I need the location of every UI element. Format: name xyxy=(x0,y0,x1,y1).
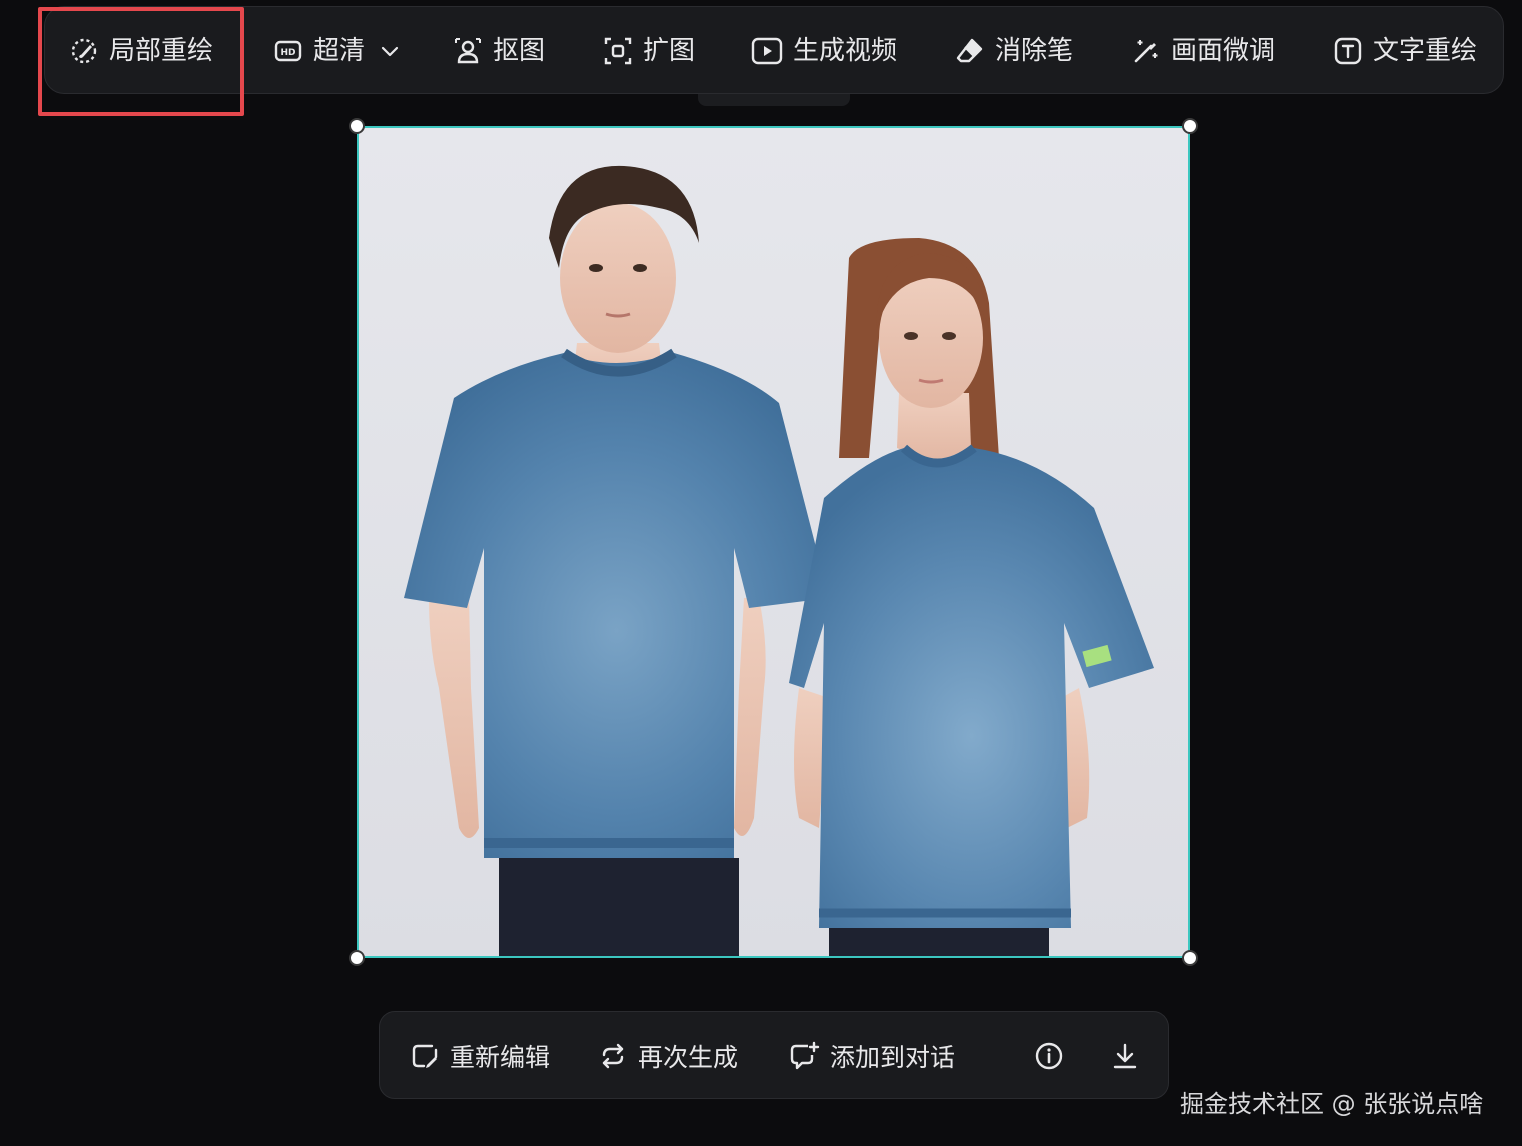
inpaint-icon xyxy=(71,38,97,64)
tool-cutout-label: 抠图 xyxy=(493,36,546,66)
tool-expand[interactable]: 扩图 xyxy=(603,7,695,95)
eraser-icon xyxy=(956,38,983,63)
text-icon xyxy=(1334,37,1362,65)
resize-handle-top-left[interactable] xyxy=(349,118,365,134)
expand-icon xyxy=(604,37,632,65)
tool-cutout[interactable]: 抠图 xyxy=(453,7,545,95)
tool-generate-video-label: 生成视频 xyxy=(793,36,898,66)
resize-handle-top-right[interactable] xyxy=(1182,118,1198,134)
regenerate-label: 再次生成 xyxy=(638,1043,739,1072)
tool-text-redraw-label: 文字重绘 xyxy=(1373,36,1478,66)
tool-expand-label: 扩图 xyxy=(643,36,696,66)
svg-text:HD: HD xyxy=(280,48,295,58)
tool-hd-upscale[interactable]: HD 超清 xyxy=(273,7,401,95)
re-edit-label: 重新编辑 xyxy=(450,1043,551,1072)
add-to-chat-button[interactable]: 添加到对话 xyxy=(788,1012,955,1100)
tool-hd-label: 超清 xyxy=(313,36,366,66)
magic-wand-icon xyxy=(1134,40,1158,63)
tool-eraser-label: 消除笔 xyxy=(995,36,1074,66)
tool-fine-tune-label: 画面微调 xyxy=(1171,36,1276,66)
tool-generate-video[interactable]: 生成视频 xyxy=(751,7,897,95)
watermark: 掘金技术社区 @ 张张说点啥 xyxy=(1180,1090,1484,1118)
tool-text-redraw[interactable]: 文字重绘 xyxy=(1333,7,1477,95)
toolbar-drag-handle[interactable] xyxy=(698,94,850,106)
re-edit-button[interactable]: 重新编辑 xyxy=(410,1012,550,1100)
generated-image xyxy=(359,128,1188,956)
tool-inpaint-label: 局部重绘 xyxy=(109,36,214,66)
cutout-icon xyxy=(455,38,481,64)
image-tools-toolbar: 局部重绘 HD 超清 抠图 扩图 生成视频 消除笔 画面微调 文字重绘 xyxy=(44,6,1504,94)
image-actions-bar: 重新编辑 再次生成 添加到对话 xyxy=(379,1011,1169,1099)
chevron-down-icon[interactable] xyxy=(379,40,401,62)
info-button[interactable] xyxy=(1034,1012,1064,1100)
tool-fine-tune[interactable]: 画面微调 xyxy=(1131,7,1275,95)
download-button[interactable] xyxy=(1110,1012,1140,1100)
hd-icon: HD xyxy=(274,40,302,62)
play-video-icon xyxy=(751,37,783,65)
download-icon xyxy=(1113,1043,1137,1069)
resize-handle-bottom-left[interactable] xyxy=(349,950,365,966)
add-to-chat-label: 添加到对话 xyxy=(830,1043,956,1072)
resize-handle-bottom-right[interactable] xyxy=(1182,950,1198,966)
edit-icon xyxy=(412,1044,438,1068)
info-icon xyxy=(1035,1042,1063,1070)
add-to-chat-icon xyxy=(790,1041,820,1070)
image-canvas[interactable] xyxy=(357,126,1190,958)
regenerate-icon xyxy=(602,1043,624,1069)
editor-stage: 局部重绘 HD 超清 抠图 扩图 生成视频 消除笔 画面微调 文字重绘 重新编辑… xyxy=(0,0,1522,1146)
tool-eraser[interactable]: 消除笔 xyxy=(955,7,1073,95)
tool-inpaint[interactable]: 局部重绘 xyxy=(69,7,213,95)
regenerate-button[interactable]: 再次生成 xyxy=(598,1012,738,1100)
